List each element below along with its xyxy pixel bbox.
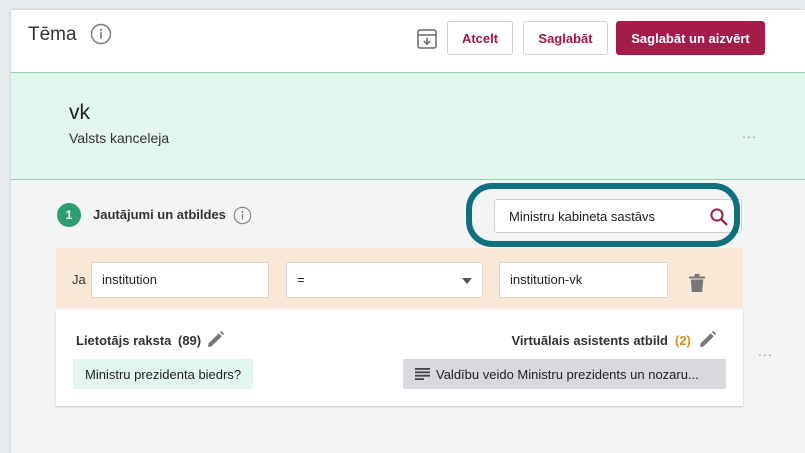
save-and-close-button[interactable]: Saglabāt un aizvērt [616, 21, 765, 55]
info-icon[interactable] [233, 206, 252, 225]
step-number-badge: 1 [57, 203, 81, 227]
condition-field-input[interactable]: institution [91, 262, 269, 298]
text-lines-icon [415, 368, 430, 380]
archive-download-icon[interactable] [416, 28, 438, 50]
condition-value-text: institution-vk [510, 272, 583, 287]
pencil-icon[interactable] [699, 331, 716, 348]
condition-operator-value: = [297, 272, 305, 287]
assistant-reply-label: Virtuālais asistents atbild [511, 333, 668, 348]
info-icon[interactable] [90, 23, 112, 45]
condition-operator-select[interactable]: = [286, 262, 483, 298]
save-button[interactable]: Saglabāt [523, 21, 608, 55]
entity-banner: vk Valsts kanceleja ... [11, 73, 805, 180]
page-title: Tēma [28, 24, 77, 45]
entity-more-menu[interactable]: ... [742, 125, 757, 141]
pencil-icon[interactable] [207, 331, 224, 348]
assistant-reply-count: (2) [675, 333, 691, 348]
condition-value-input[interactable]: institution-vk [499, 262, 668, 298]
cancel-button[interactable]: Atcelt [447, 21, 513, 55]
chevron-down-icon [462, 278, 472, 284]
search-highlight-ring [466, 183, 740, 247]
condition-prefix: Ja [72, 272, 86, 287]
qa-more-menu[interactable]: ... [758, 343, 773, 359]
condition-field-value: institution [102, 272, 157, 287]
user-input-count: (89) [178, 333, 202, 348]
section-title: Jautājumi un atbildes [93, 207, 226, 222]
header-bar: Tēma Atcelt Saglabāt Saglabāt un aizvērt [11, 10, 805, 73]
user-question-chip[interactable]: Ministru prezidenta biedrs? [73, 359, 254, 389]
user-input-label: Lietotājs raksta [76, 333, 172, 348]
assistant-answer-chip[interactable]: Valdību veido Ministru prezidents un noz… [403, 359, 726, 389]
trash-icon[interactable] [689, 274, 705, 292]
condition-row: Ja institution = institution-vk [56, 248, 743, 308]
entity-code: vk [69, 101, 90, 124]
entity-name: Valsts kanceleja [69, 130, 170, 146]
assistant-answer-text: Valdību veido Ministru prezidents un noz… [436, 366, 699, 382]
qa-card: Lietotājs raksta (89) Virtuālais asisten… [56, 310, 743, 406]
